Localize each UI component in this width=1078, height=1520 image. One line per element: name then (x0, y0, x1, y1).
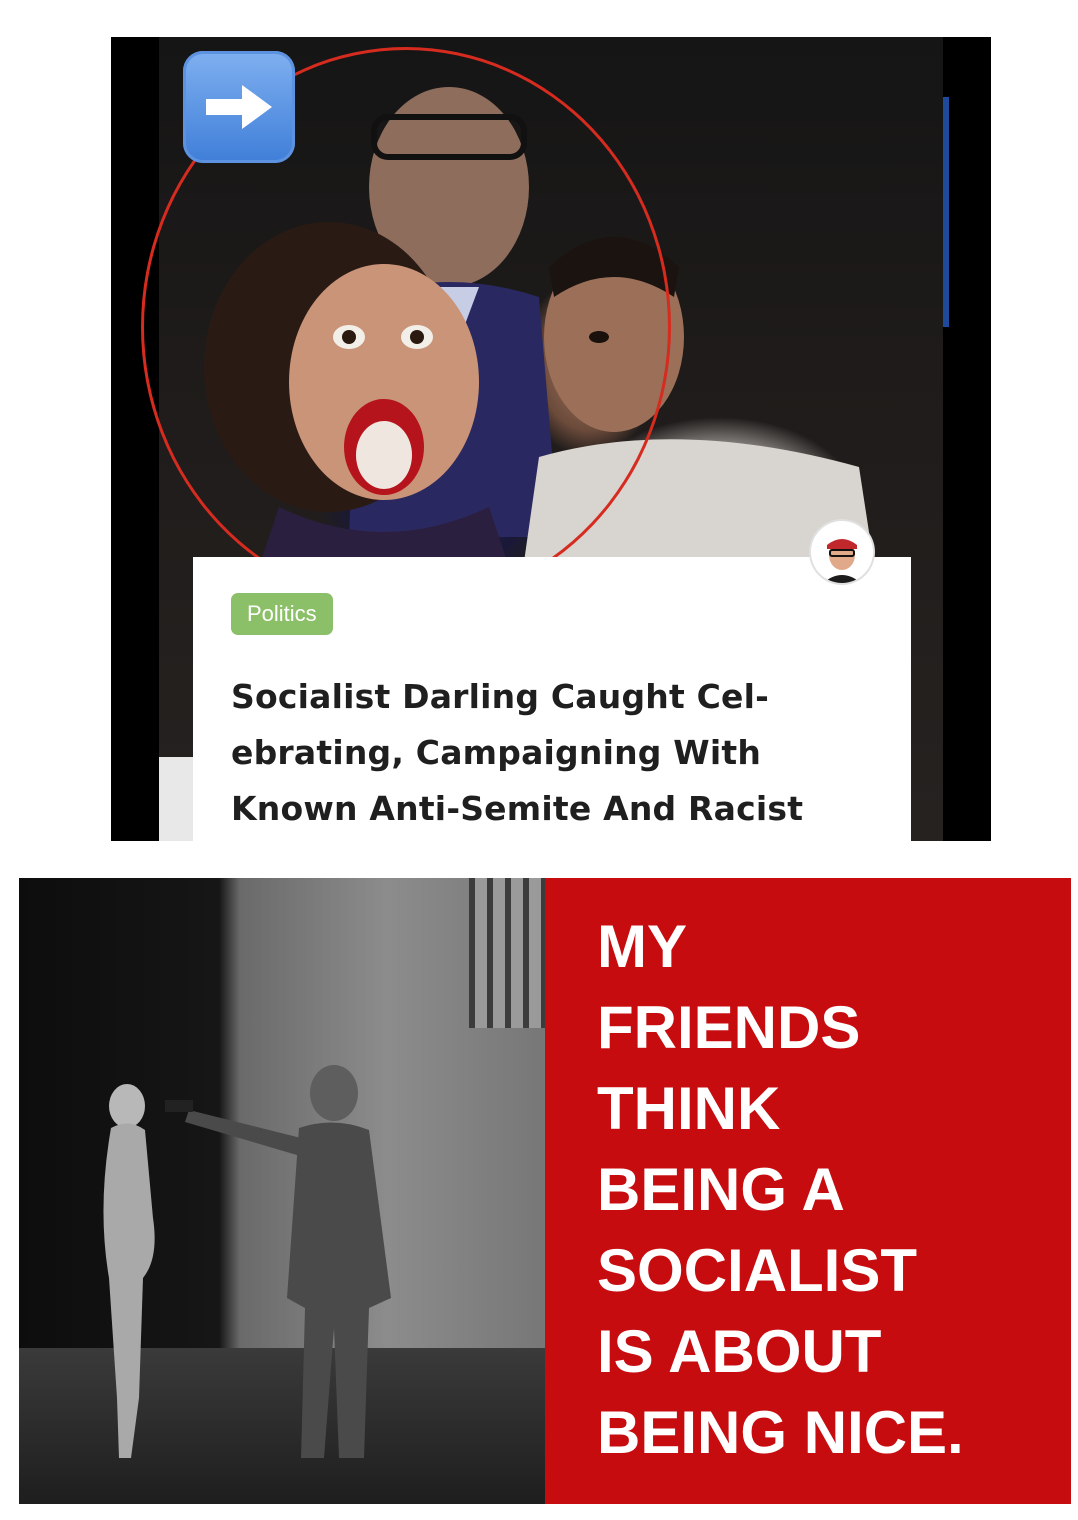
headline-line: Known Anti-Semite And Racist (231, 789, 804, 828)
right-arrow-icon (183, 51, 295, 163)
headline-line: Socialist Darling Caught Cel- (231, 677, 770, 716)
avatar-portrait (811, 521, 873, 583)
slogan-line: BEING A (597, 1156, 845, 1223)
figures-silhouettes (103, 1065, 391, 1458)
black-and-white-photo (19, 878, 545, 1504)
meme-panel: MY FRIENDS THINK BEING A SOCIALIST IS AB… (19, 878, 1071, 1504)
slogan-text: MY FRIENDS THINK BEING A SOCIALIST IS AB… (597, 906, 964, 1473)
right-arrow-glyph (206, 85, 272, 129)
right-accent-bar (943, 97, 949, 327)
slogan-line: MY (597, 913, 687, 980)
slogan-line: IS ABOUT (597, 1318, 882, 1385)
card-edge (159, 757, 193, 841)
author-avatar-icon[interactable] (811, 521, 873, 583)
category-tag[interactable]: Politics (231, 593, 333, 635)
article-card[interactable]: Politics Socialist Darling Caught Cel- e… (193, 557, 911, 841)
slogan-line: FRIENDS (597, 994, 861, 1061)
slogan-block: MY FRIENDS THINK BEING A SOCIALIST IS AB… (545, 878, 1071, 1504)
headline-line: ebrating, Campaigning With (231, 733, 762, 772)
article-headline[interactable]: Socialist Darling Caught Cel- ebrating, … (231, 669, 891, 837)
news-screenshot-panel: Politics Socialist Darling Caught Cel- e… (111, 37, 991, 841)
slogan-line: SOCIALIST (597, 1237, 918, 1304)
slogan-line: THINK (597, 1075, 781, 1142)
slogan-line: BEING NICE. (597, 1399, 964, 1466)
